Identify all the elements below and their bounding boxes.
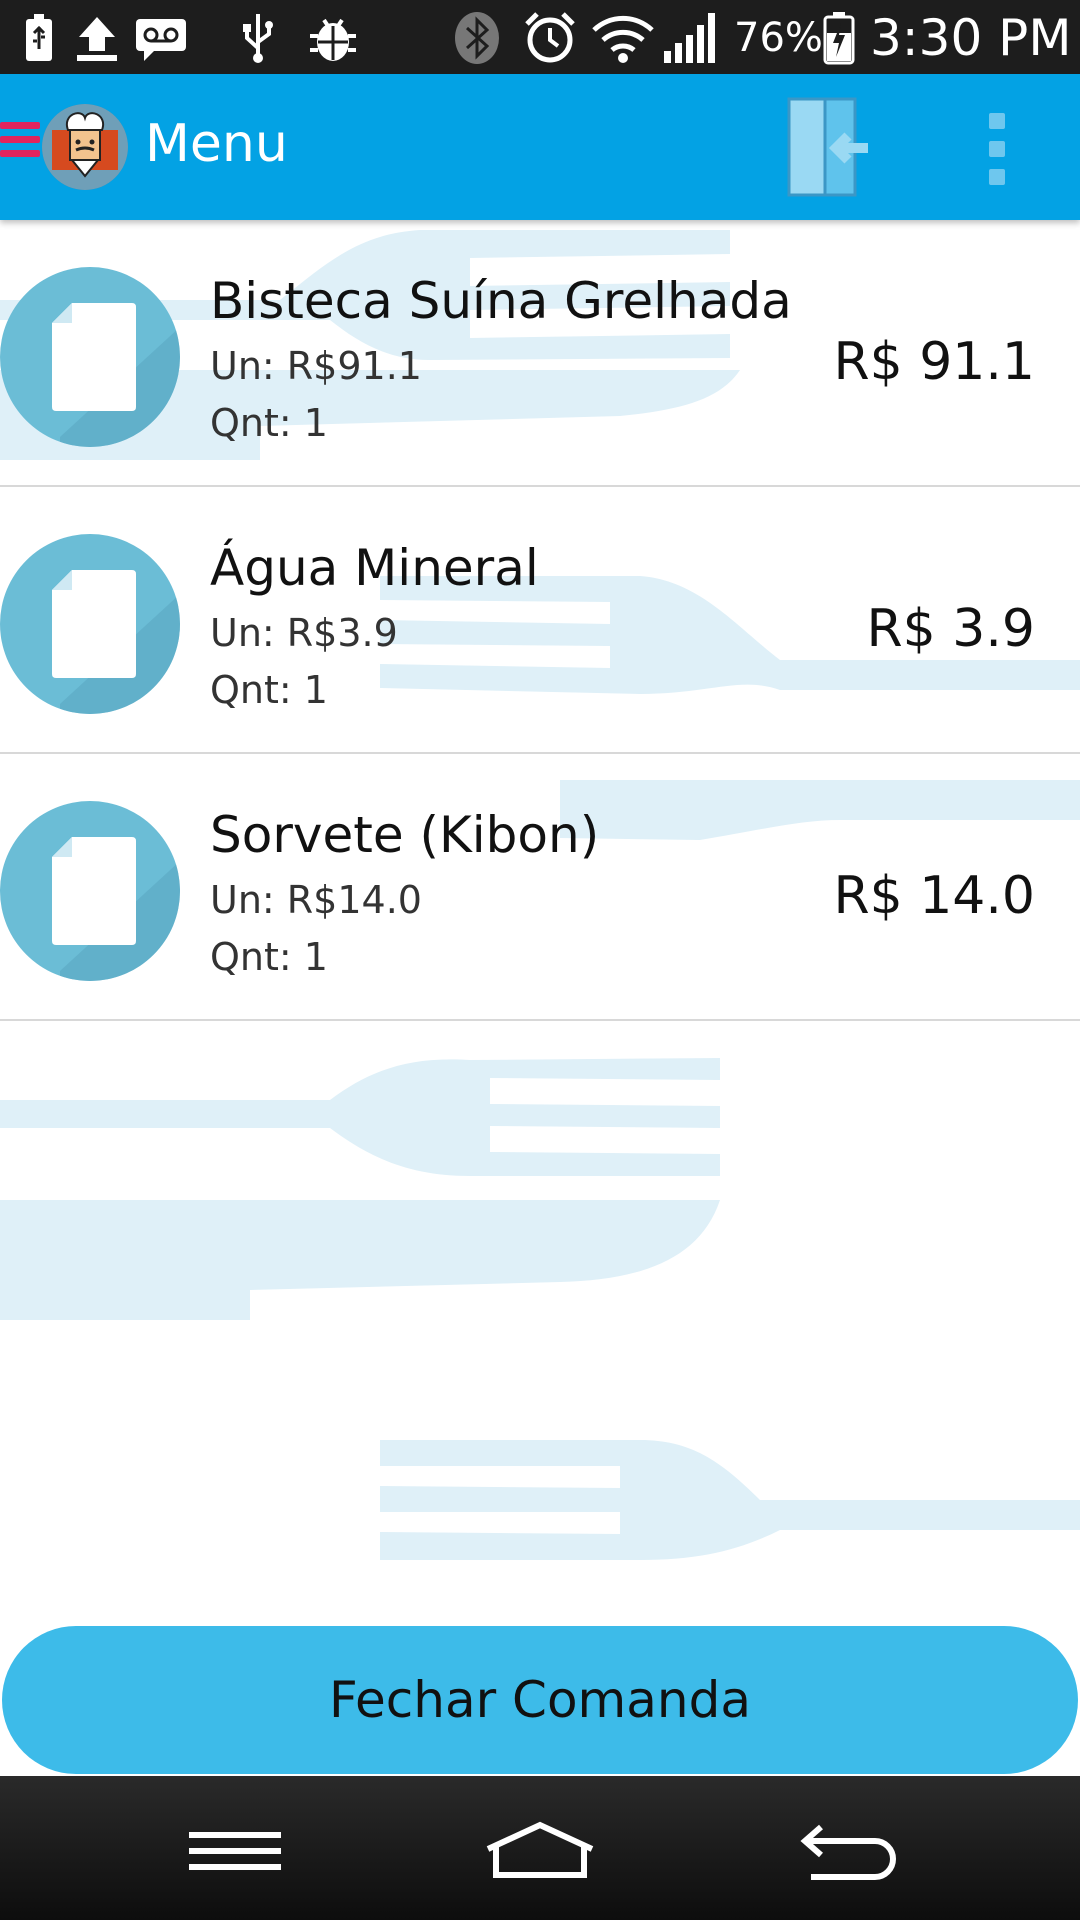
item-thumbnail xyxy=(0,534,180,714)
list-item[interactable]: Sorvete (Kibon) Un: R$14.0 Qnt: 1 R$ 14.… xyxy=(0,754,1080,1021)
logout-icon[interactable] xyxy=(786,96,870,198)
wifi-icon xyxy=(590,8,656,68)
document-icon xyxy=(52,837,180,981)
order-item-list: Bisteca Suína Grelhada Un: R$91.1 Qnt: 1… xyxy=(0,220,1080,1021)
usb-icon xyxy=(238,8,278,68)
close-order-button[interactable]: Fechar Comanda xyxy=(2,1626,1078,1774)
item-name: Água Mineral xyxy=(210,539,539,597)
battery-percent: 76% xyxy=(734,15,823,61)
bug-icon xyxy=(306,8,360,68)
battery-usb-icon xyxy=(22,8,56,68)
clock: 3:30 PM xyxy=(870,9,1072,67)
item-unit-price: Un: R$3.9 xyxy=(210,611,398,655)
navigation-bar xyxy=(0,1776,1080,1920)
voicemail-icon xyxy=(134,8,188,68)
document-icon xyxy=(52,303,180,447)
item-thumbnail xyxy=(0,267,180,447)
app-bar: Menu xyxy=(0,74,1080,220)
item-unit-price: Un: R$14.0 xyxy=(210,878,422,922)
item-name: Sorvete (Kibon) xyxy=(210,806,600,864)
upload-icon xyxy=(72,8,122,68)
item-total-price: R$ 91.1 xyxy=(833,332,1035,392)
back-icon[interactable] xyxy=(790,1806,900,1896)
item-total-price: R$ 14.0 xyxy=(833,866,1035,926)
item-thumbnail xyxy=(0,801,180,981)
list-item[interactable]: Água Mineral Un: R$3.9 Qnt: 1 R$ 3.9 xyxy=(0,487,1080,754)
chef-logo[interactable] xyxy=(42,104,128,190)
document-icon xyxy=(52,570,180,714)
item-total-price: R$ 3.9 xyxy=(866,599,1035,659)
app-title: Menu xyxy=(145,114,288,174)
battery-charging-icon xyxy=(822,8,856,68)
alarm-icon xyxy=(520,8,580,68)
signal-icon xyxy=(662,8,722,68)
item-quantity: Qnt: 1 xyxy=(210,668,328,712)
drawer-icon[interactable] xyxy=(0,122,40,168)
bluetooth-icon xyxy=(452,8,502,68)
status-bar: 76% 3:30 PM xyxy=(0,0,1080,74)
overflow-menu-icon[interactable] xyxy=(972,106,1022,186)
item-quantity: Qnt: 1 xyxy=(210,935,328,979)
menu-icon[interactable] xyxy=(180,1806,290,1896)
item-name: Bisteca Suína Grelhada xyxy=(210,272,792,330)
item-quantity: Qnt: 1 xyxy=(210,401,328,445)
order-content: Bisteca Suína Grelhada Un: R$91.1 Qnt: 1… xyxy=(0,220,1080,1776)
list-item[interactable]: Bisteca Suína Grelhada Un: R$91.1 Qnt: 1… xyxy=(0,220,1080,487)
home-icon[interactable] xyxy=(480,1806,600,1896)
item-unit-price: Un: R$91.1 xyxy=(210,344,422,388)
